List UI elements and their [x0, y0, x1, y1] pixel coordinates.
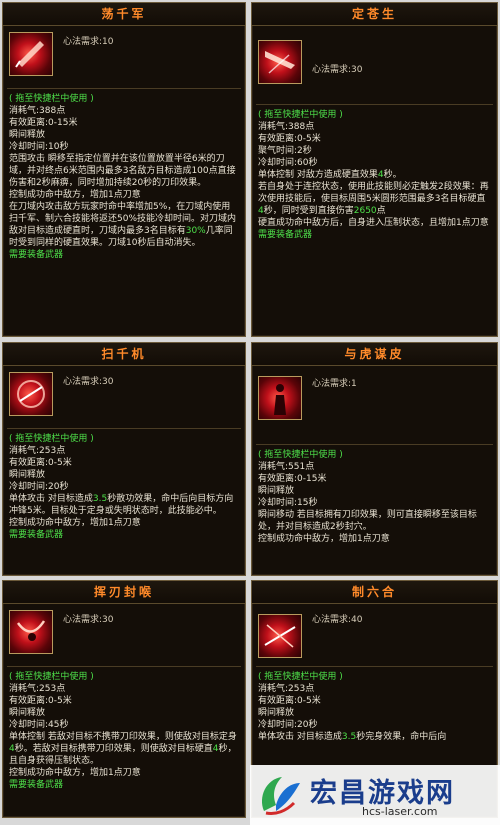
weapon-requirement: 需要装备武器 [9, 530, 64, 540]
skill-icon-sweep[interactable] [9, 372, 53, 416]
requirement: 心法需求:40 [312, 615, 363, 625]
stat-line: 冷却时间:15秒 [258, 498, 318, 508]
stat-line: 聚气时间:2秒 [258, 146, 312, 156]
skill-title: 制六合 [252, 581, 497, 604]
weapon-requirement: 需要装备武器 [9, 250, 64, 260]
usage-hint: ( 拖至快捷栏中使用 ) [258, 110, 343, 120]
stat-line: 有效距离:0-5米 [258, 696, 321, 706]
usage-hint: ( 拖至快捷栏中使用 ) [258, 672, 343, 682]
skill-card-dang-qian-jun: 荡千军 心法需求:10 ( 拖至快捷栏中使用 ) 消耗气:388点 有效距离:0… [2, 2, 246, 337]
stat-line: 冷却时间:20秒 [258, 720, 318, 730]
skill-title: 扫千机 [3, 343, 245, 366]
requirement: 心法需求:1 [312, 379, 357, 389]
weapon-requirement: 需要装备武器 [9, 780, 64, 790]
skill-combo-effect: 若自身处于连控状态，使用此技能则必定触发2段效果：再次使用技能后，使目标周围5米… [258, 182, 489, 216]
site-watermark: 宏昌游戏网 hcs-laser.com [250, 765, 500, 825]
skill-card-hui-ren-feng-hou: 挥刃封喉 心法需求:30 ( 拖至快捷栏中使用 ) 消耗气:253点 有效距离:… [2, 580, 246, 818]
watermark-url: hcs-laser.com [362, 805, 438, 818]
stat-line: 有效距离:0-15米 [9, 118, 78, 128]
stat-line: 冷却时间:60秒 [258, 158, 318, 168]
stat-line: 消耗气:253点 [9, 446, 66, 456]
skill-title: 挥刃封喉 [3, 581, 245, 604]
skill-description: 范围攻击 瞬移至指定位置并在该位置放置半径6米的刀域，并对终点6米范围内最多3名… [9, 154, 236, 188]
stat-line: 冷却时间:45秒 [9, 720, 69, 730]
skill-effect: 硬直成功命中敌方后，自身进入压制状态，且增加1点刀意 [258, 218, 489, 228]
skill-card-ding-cang-sheng: 定苍生 心法需求:30 ( 拖至快捷栏中使用 ) 消耗气:388点 有效距离:0… [251, 2, 498, 337]
skill-effect: 控制成功命中敌方，增加1点刀意 [9, 518, 141, 528]
stat-line: 瞬间释放 [9, 708, 46, 718]
skill-icon-figure[interactable] [258, 376, 302, 420]
skill-card-yu-hu-mou-pi: 与虎谋皮 心法需求:1 ( 拖至快捷栏中使用 ) 消耗气:551点 有效距离:0… [251, 342, 498, 576]
requirement: 心法需求:30 [63, 377, 114, 387]
skill-card-sao-qian-ji: 扫千机 心法需求:30 ( 拖至快捷栏中使用 ) 消耗气:253点 有效距离:0… [2, 342, 246, 576]
stat-line: 瞬间释放 [9, 130, 46, 140]
skill-effect: 控制成功命中敌方，增加1点刀意 [9, 190, 141, 200]
stat-line: 消耗气:388点 [258, 122, 315, 132]
skill-title: 与虎谋皮 [252, 343, 497, 366]
stat-line: 瞬间释放 [9, 470, 46, 480]
stat-line: 有效距离:0-5米 [9, 696, 72, 706]
skill-icon-blade-strike[interactable] [258, 40, 302, 84]
stat-line: 消耗气:388点 [9, 106, 66, 116]
skill-effect: 控制成功命中敌方，增加1点刀意 [9, 768, 141, 778]
stat-line: 消耗气:253点 [258, 684, 315, 694]
skill-title: 荡千军 [3, 3, 245, 26]
stat-line: 瞬间释放 [258, 486, 295, 496]
skill-description: 单体控制 对敌方造成硬直效果4秒。 [258, 170, 402, 180]
skill-description: 单体攻击 对目标造成3.5秒完身效果，命中后向 [258, 732, 447, 742]
requirement: 心法需求:30 [63, 615, 114, 625]
skill-description: 瞬间移动 若目标拥有刀印效果，则可直接瞬移至该目标处，并对目标造成2秒封穴。 [258, 510, 477, 532]
skill-icon-throat-slash[interactable] [9, 610, 53, 654]
skill-title: 定苍生 [252, 3, 497, 26]
stat-line: 有效距离:0-5米 [9, 458, 72, 468]
requirement: 心法需求:30 [312, 65, 363, 75]
skill-description: 单体控制 若敌对目标不携带刀印效果，则使敌对目标定身4秒。若敌对目标携带刀印效果… [9, 732, 237, 766]
stat-line: 瞬间释放 [258, 708, 295, 718]
skill-icon-chain[interactable] [258, 614, 302, 658]
skill-description-extra: 在刀域内攻击敌方玩家时命中率增加5%，在刀域内使用扫千军、制六合技能将返还50%… [9, 202, 237, 248]
skill-description: 单体攻击 对目标造成3.5秒散功效果，命中后向目标方向冲锋5米。目标处于定身或失… [9, 494, 234, 516]
stat-line: 有效距离:0-5米 [258, 134, 321, 144]
stat-line: 消耗气:253点 [9, 684, 66, 694]
usage-hint: ( 拖至快捷栏中使用 ) [9, 434, 94, 444]
usage-hint: ( 拖至快捷栏中使用 ) [258, 450, 343, 460]
stat-line: 冷却时间:20秒 [9, 482, 69, 492]
skill-icon-blade-slash[interactable] [9, 32, 53, 76]
usage-hint: ( 拖至快捷栏中使用 ) [9, 94, 94, 104]
weapon-requirement: 需要装备武器 [258, 230, 313, 240]
stat-line: 冷却时间:10秒 [9, 142, 69, 152]
stat-line: 消耗气:551点 [258, 462, 315, 472]
site-logo-icon [262, 777, 300, 815]
stat-line: 有效距离:0-15米 [258, 474, 327, 484]
usage-hint: ( 拖至快捷栏中使用 ) [9, 672, 94, 682]
requirement: 心法需求:10 [63, 37, 114, 47]
skill-effect: 控制成功命中敌方，增加1点刀意 [258, 534, 390, 544]
